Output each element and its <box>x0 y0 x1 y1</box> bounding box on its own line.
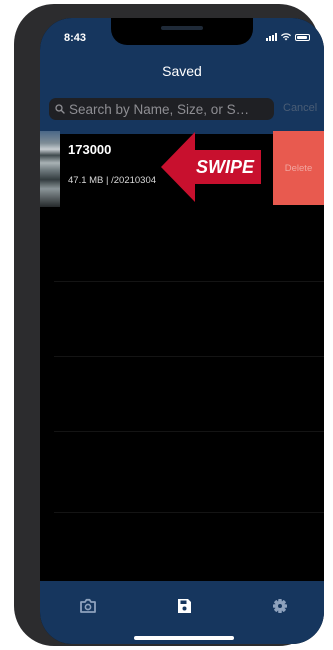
tab-bar <box>40 581 324 644</box>
tab-settings[interactable] <box>269 595 291 617</box>
delete-button[interactable]: Delete <box>273 131 324 205</box>
battery-icon <box>295 34 310 41</box>
app-header: 8:43 Saved Search by Name, Size, or S… C… <box>40 18 324 134</box>
gear-icon <box>273 599 287 613</box>
list-divider <box>54 512 324 513</box>
app-screen: 8:43 Saved Search by Name, Size, or S… C… <box>40 18 324 644</box>
search-icon <box>55 104 65 114</box>
swipe-arrow-overlay: SWIPE <box>161 132 261 202</box>
search-placeholder: Search by Name, Size, or S… <box>69 101 250 117</box>
tab-camera[interactable] <box>77 595 99 617</box>
page-title: Saved <box>162 63 202 79</box>
swipe-label: SWIPE <box>196 157 255 177</box>
item-name: 173000 <box>68 142 112 157</box>
camera-icon <box>80 598 96 613</box>
list-divider <box>54 356 324 357</box>
cancel-button[interactable]: Cancel <box>283 102 317 114</box>
list-divider <box>54 431 324 432</box>
device-notch <box>111 18 253 45</box>
home-indicator[interactable] <box>134 636 234 640</box>
save-icon <box>178 599 191 613</box>
signal-icon <box>266 33 277 41</box>
status-time: 8:43 <box>64 32 87 44</box>
video-thumbnail <box>40 131 60 207</box>
item-meta: 47.1 MB | /20210304 <box>68 175 157 186</box>
wifi-icon <box>281 33 291 41</box>
list-divider <box>54 281 324 282</box>
search-input[interactable]: Search by Name, Size, or S… <box>49 98 274 120</box>
speaker-grille <box>161 26 203 30</box>
tab-saved[interactable] <box>173 595 195 617</box>
status-icons <box>266 33 310 41</box>
phone-frame: 8:43 Saved Search by Name, Size, or S… C… <box>14 4 324 646</box>
